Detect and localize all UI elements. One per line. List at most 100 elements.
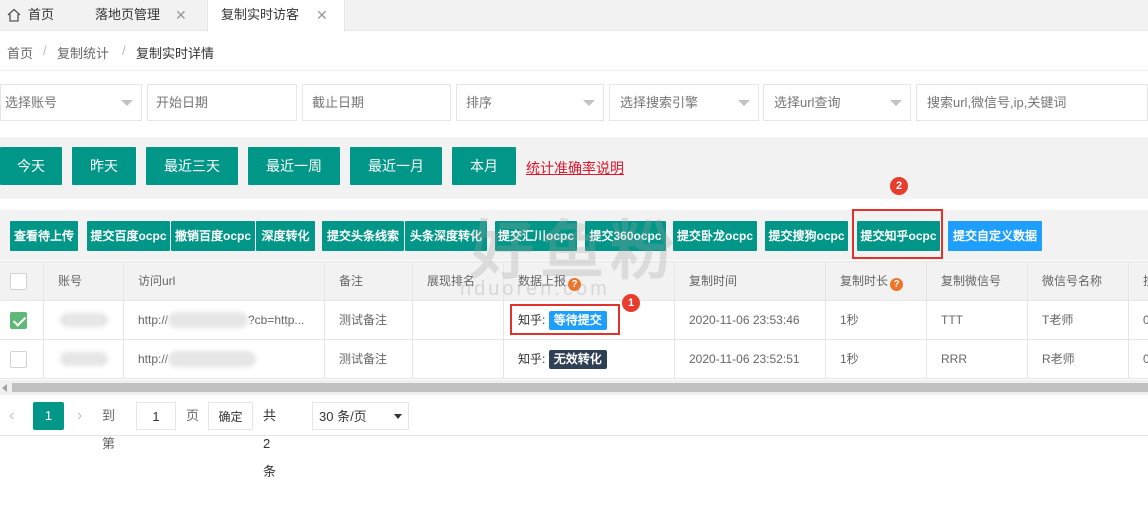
home-icon [7,8,21,22]
per-page-select[interactable]: 30 条/页 [312,402,409,430]
extra-cell: 0 [1143,313,1148,327]
sort-select[interactable]: 排序 [456,84,604,121]
header-select-all-cell [0,262,44,300]
breadcrumb: 首页 / 复制统计 / 复制实时详情 [0,31,1148,71]
annotation-badge-1: 1 [622,294,640,312]
start-date-placeholder: 开始日期 [156,95,209,110]
tab-copy-visitors[interactable]: 复制实时访客 ✕ [207,0,345,32]
scrollbar-thumb[interactable] [12,383,1148,392]
confirm-page-button[interactable]: 确定 [208,402,253,430]
help-icon[interactable]: ? [568,278,582,291]
accuracy-link[interactable]: 统计准确率说明 [526,158,624,178]
submit-360-button[interactable]: 提交360ocpc [585,221,666,251]
annotation-badge-2: 2 [890,177,908,195]
toutiao-deep-button[interactable]: 头条深度转化 [405,221,487,251]
submit-wolong-button[interactable]: 提交卧龙ocpc [673,221,757,251]
tab-landing-page[interactable]: 落地页管理 ✕ [74,0,206,31]
last-3-days-button[interactable]: 最近三天 [146,147,238,185]
last-month-button[interactable]: 最近一月 [350,147,442,185]
header-duration-label: 复制时长 [840,274,889,288]
view-pending-button[interactable]: 查看待上传 [10,221,78,251]
row-select-cell [0,301,44,339]
goto-label: 到第 [102,408,116,451]
today-button[interactable]: 今天 [0,147,62,185]
close-icon[interactable]: ✕ [316,0,328,30]
header-copy-time: 复制时间 [675,262,826,300]
account-cell [44,340,124,378]
breadcrumb-sep: / [122,43,126,58]
end-date-input[interactable]: 截止日期 [302,84,451,121]
url-cell[interactable]: http:// ?cb=http... [124,301,325,339]
header-url: 访问url [124,262,325,300]
next-page-icon[interactable]: › [77,402,82,430]
deep-conversion-button[interactable]: 深度转化 [256,221,315,251]
url-cell[interactable]: http:// [124,340,325,378]
start-date-input[interactable]: 开始日期 [147,84,297,121]
submit-baidu-button[interactable]: 提交百度ocpc [87,221,170,251]
select-all-checkbox[interactable] [10,273,27,290]
tab-home[interactable]: 首页 [0,0,73,31]
breadcrumb-home[interactable]: 首页 [7,43,33,62]
horizontal-scrollbar[interactable] [0,380,1148,395]
url-select-placeholder: 选择url查询 [774,95,841,110]
last-week-button[interactable]: 最近一周 [248,147,340,185]
report-cell: 知乎: 无效转化 [504,340,675,378]
annotation-box-1 [510,304,620,335]
caret-down-icon [583,100,595,106]
current-page[interactable]: 1 [33,402,64,430]
note-cell: 测试备注 [325,340,413,378]
close-icon[interactable]: ✕ [175,0,187,30]
platform-label: 知乎: [518,352,546,366]
header-extra: 搜 [1129,262,1148,300]
rank-cell [413,340,504,378]
account-cell [44,301,124,339]
extra-cell: 0 [1143,352,1148,366]
yesterday-button[interactable]: 昨天 [72,147,136,185]
revoke-baidu-button[interactable]: 撤销百度ocpc [171,221,255,251]
engine-select[interactable]: 选择搜索引擎 [609,84,759,121]
action-bar: 查看待上传 提交百度ocpc 撤销百度ocpc 深度转化 提交头条线索 头条深度… [0,210,1148,260]
header-note: 备注 [325,262,413,300]
submit-custom-button[interactable]: 提交自定义数据 [948,221,1042,251]
wechat-name-cell: R老师 [1028,340,1129,378]
duration-cell: 1秒 [826,301,927,339]
scroll-left-icon[interactable] [2,384,7,392]
breadcrumb-parent[interactable]: 复制统计 [57,43,109,62]
rank-cell [413,301,504,339]
submit-huichuan-button[interactable]: 提交汇川ocpc [495,221,577,251]
header-rank: 展现排名 [413,262,504,300]
wechat-cell: TTT [927,301,1028,339]
status-badge: 无效转化 [548,350,607,369]
account-select[interactable]: 选择账号 [0,84,142,121]
search-input-placeholder: 搜索url,微信号,ip,关键词 [927,95,1067,110]
per-page-value: 30 条/页 [319,409,367,424]
search-input[interactable]: 搜索url,微信号,ip,关键词 [916,84,1148,121]
tab-home-label: 首页 [28,7,55,22]
copy-time-cell: 2020-11-06 23:52:51 [675,340,826,378]
row-checkbox[interactable] [10,351,27,368]
header-account: 账号 [44,262,124,300]
wechat-name-cell: T老师 [1028,301,1129,339]
header-duration: 复制时长? [826,262,927,300]
page-number-input[interactable]: 1 [136,402,176,430]
submit-toutiao-button[interactable]: 提交头条线索 [322,221,404,251]
caret-down-icon [121,100,133,106]
help-icon[interactable]: ? [890,278,904,291]
url-text: http:// [138,352,169,366]
breadcrumb-sep: / [43,43,47,58]
header-wechat: 复制微信号 [927,262,1028,300]
redacted-blur [60,313,108,327]
row-checkbox[interactable] [10,312,27,329]
total-count: 共 2 条 [263,408,277,479]
this-month-button[interactable]: 本月 [452,147,516,185]
table-row[interactable]: http:// 测试备注 知乎: 无效转化 2020-11-06 23:52:5… [0,340,1148,379]
note-cell: 测试备注 [325,301,413,339]
prev-page-icon[interactable]: ‹ [9,402,14,430]
account-select-placeholder: 选择账号 [5,95,58,110]
breadcrumb-current: 复制实时详情 [136,46,215,61]
page-label: 页 [186,408,200,423]
submit-sogou-button[interactable]: 提交搜狗ocpc [765,221,848,251]
engine-select-placeholder: 选择搜索引擎 [620,95,699,110]
url-select[interactable]: 选择url查询 [763,84,911,121]
url-text: http:// [138,313,169,327]
